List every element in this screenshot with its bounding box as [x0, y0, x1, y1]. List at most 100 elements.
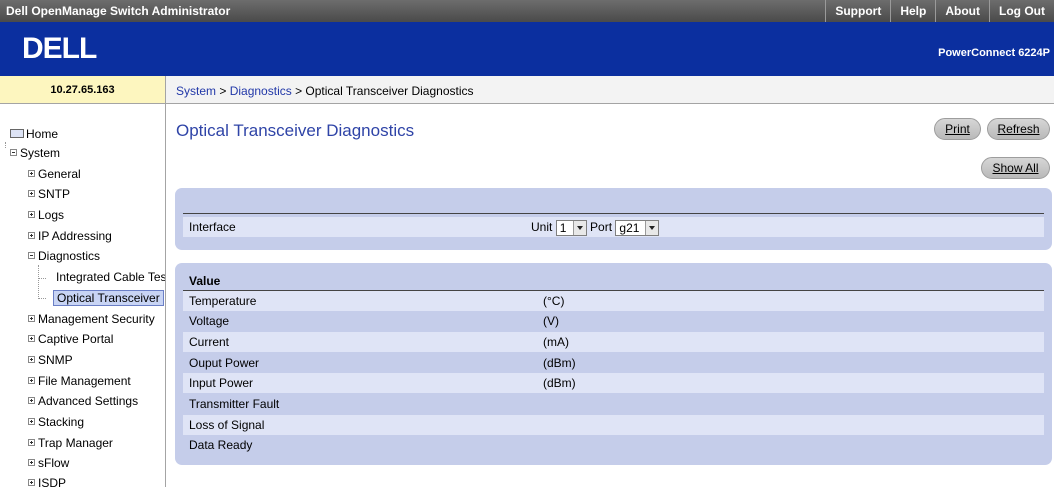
sidebar-item-diagnostics[interactable]: Diagnostics [28, 246, 100, 266]
support-link[interactable]: Support [825, 0, 890, 22]
table-row: Transmitter Fault [183, 394, 1044, 414]
expand-icon[interactable] [28, 397, 35, 404]
sidebar-item-label: Diagnostics [38, 249, 101, 263]
sidebar-item-general[interactable]: General [28, 164, 81, 184]
sidebar-item-label: Advanced Settings [38, 394, 139, 408]
sidebar-item-ip-addressing[interactable]: IP Addressing [28, 226, 112, 246]
sidebar-item-sflow[interactable]: sFlow [28, 453, 69, 473]
chevron-down-icon [572, 220, 586, 235]
sidebar-item-integrated-cable-test[interactable]: Integrated Cable Tes [56, 267, 165, 287]
sidebar-item-optical-transceiver[interactable]: Optical Transceiver [53, 288, 164, 308]
expand-icon[interactable] [28, 315, 35, 322]
port-label: Port [590, 220, 613, 234]
table-row: Ouput Power (dBm) [183, 353, 1044, 373]
row-label: Transmitter Fault [189, 397, 280, 411]
chevron-down-icon [645, 220, 659, 235]
table-row: Current (mA) [183, 332, 1044, 352]
sidebar-item-advanced-settings[interactable]: Advanced Settings [28, 391, 138, 411]
port-select-value: g21 [619, 220, 640, 235]
breadcrumb-separator: > [216, 84, 230, 98]
interface-panel: Interface Unit 1 Port g21 [175, 188, 1052, 250]
page-title: Optical Transceiver Diagnostics [176, 121, 415, 140]
table-row: Loss of Signal [183, 415, 1044, 435]
sidebar-item-label: ISDP [38, 476, 67, 487]
help-link[interactable]: Help [890, 0, 935, 22]
row-label: Ouput Power [189, 356, 260, 370]
expand-icon[interactable] [28, 459, 35, 466]
app-title: Dell OpenManage Switch Administrator [6, 4, 231, 18]
row-label: Voltage [189, 314, 230, 328]
print-button[interactable]: Print [934, 118, 981, 140]
sidebar-item-system[interactable]: System [10, 143, 60, 163]
expand-icon[interactable] [28, 356, 35, 363]
unit-select-value: 1 [559, 220, 567, 235]
sidebar-item-label: Management Security [38, 312, 155, 326]
row-label: Current [189, 335, 230, 349]
row-unit: (dBm) [543, 356, 576, 370]
collapse-icon[interactable] [28, 252, 35, 259]
sidebar-item-label: Optical Transceiver [53, 290, 164, 306]
sidebar-item-home[interactable]: Home [10, 124, 58, 144]
table-row: Temperature (°C) [183, 291, 1044, 311]
show-all-button[interactable]: Show All [981, 157, 1050, 179]
sidebar-item-stacking[interactable]: Stacking [28, 412, 84, 432]
sidebar-item-trap-manager[interactable]: Trap Manager [28, 433, 113, 453]
expand-icon[interactable] [28, 190, 35, 197]
sidebar-item-label: SNMP [38, 353, 73, 367]
unit-select[interactable]: 1 [555, 219, 587, 236]
breadcrumb-system[interactable]: System [176, 84, 216, 98]
sidebar-item-label: Home [26, 127, 59, 141]
table-row: Input Power (dBm) [183, 373, 1044, 393]
ip-address: 10.27.65.163 [0, 76, 166, 104]
sidebar-item-label: Trap Manager [38, 436, 113, 450]
breadcrumb-current: Optical Transceiver Diagnostics [305, 84, 474, 98]
unit-label: Unit [531, 220, 553, 234]
sidebar-item-isdp[interactable]: ISDP [28, 473, 66, 487]
collapse-icon[interactable] [10, 149, 17, 156]
product-name: PowerConnect 6224P [938, 47, 1050, 59]
refresh-button[interactable]: Refresh [987, 118, 1050, 140]
logo-text: DELL [22, 32, 97, 65]
sidebar-item-logs[interactable]: Logs [28, 205, 64, 225]
sidebar-item-management-security[interactable]: Management Security [28, 309, 155, 329]
sidebar-item-label: SNTP [38, 187, 71, 201]
interface-row: Interface Unit 1 Port g21 [183, 217, 1044, 237]
table-row: Data Ready [183, 435, 1044, 455]
row-label: Data Ready [189, 438, 253, 452]
table-row: Voltage (V) [183, 311, 1044, 331]
port-select[interactable]: g21 [615, 219, 660, 236]
expand-icon[interactable] [28, 439, 35, 446]
top-links: Support Help About Log Out [825, 0, 1054, 22]
logout-link[interactable]: Log Out [989, 0, 1054, 22]
top-bar: Dell OpenManage Switch Administrator Sup… [0, 0, 1054, 22]
breadcrumb: System > Diagnostics > Optical Transceiv… [166, 76, 1054, 104]
sidebar-item-snmp[interactable]: SNMP [28, 350, 73, 370]
expand-icon[interactable] [28, 479, 35, 486]
expand-icon[interactable] [28, 211, 35, 218]
sidebar-item-captive-portal[interactable]: Captive Portal [28, 329, 113, 349]
row-unit: (mA) [543, 335, 569, 349]
sidebar-item-label: IP Addressing [38, 229, 112, 243]
value-panel: Value Temperature (°C) Voltage (V) Curre… [175, 263, 1052, 465]
breadcrumb-diagnostics[interactable]: Diagnostics [230, 84, 292, 98]
sidebar-item-label: General [38, 167, 81, 181]
sidebar-item-file-management[interactable]: File Management [28, 371, 131, 391]
sidebar-item-label: System [20, 146, 61, 160]
sidebar-item-label: Captive Portal [38, 332, 114, 346]
expand-icon[interactable] [28, 418, 35, 425]
row-unit: (V) [543, 314, 559, 328]
about-link[interactable]: About [935, 0, 989, 22]
home-icon [10, 129, 24, 138]
sidebar-item-sntp[interactable]: SNTP [28, 184, 70, 204]
sidebar-item-label: sFlow [38, 456, 70, 470]
breadcrumb-separator: > [291, 84, 306, 98]
row-label: Temperature [189, 294, 257, 308]
expand-icon[interactable] [28, 232, 35, 239]
dell-logo: DELL [22, 32, 98, 65]
sidebar-item-label: File Management [38, 374, 131, 388]
expand-icon[interactable] [28, 170, 35, 177]
expand-icon[interactable] [28, 335, 35, 342]
expand-icon[interactable] [28, 377, 35, 384]
interface-panel-header [183, 198, 1044, 214]
interface-label: Interface [189, 220, 236, 234]
